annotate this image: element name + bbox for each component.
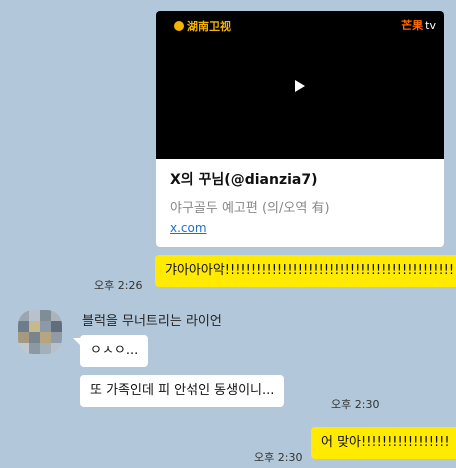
message-timestamp: 오후 2:26 (94, 279, 143, 292)
video-thumbnail[interactable]: 湖南卫视 芒果 tv (156, 11, 444, 159)
mango-tv-brand: 芒果 (401, 19, 424, 32)
my-message-bubble[interactable]: 어 맞아!!!!!!!!!!!!!!!!! (311, 427, 456, 459)
link-preview-card[interactable]: 湖南卫视 芒果 tv X의 꾸님(@dianzia7) 야구골두 예고편 (의/… (156, 11, 444, 247)
channel-logo-icon (174, 21, 184, 31)
channel-logo: 湖南卫视 (174, 18, 231, 34)
mango-tv-logo: 芒果 tv (401, 17, 436, 33)
bubble-tail (443, 430, 450, 437)
message-timestamp: 오후 2:30 (254, 451, 303, 464)
play-icon[interactable] (295, 80, 305, 92)
sender-name: 블럭을 무너트리는 라이언 (82, 314, 222, 329)
preview-subtitle: 야구골두 예고편 (의/오역 有) (170, 201, 330, 216)
their-message-bubble[interactable]: ㅇㅅㅇ... (80, 335, 149, 367)
preview-link[interactable]: x.com (170, 221, 207, 235)
mango-tv-suffix: tv (425, 18, 436, 32)
channel-logo-text: 湖南卫视 (187, 20, 231, 33)
message-timestamp: 오후 2:30 (331, 398, 380, 411)
preview-title: X의 꾸님(@dianzia7) (170, 172, 318, 188)
my-message-bubble[interactable]: 갸아아아악!!!!!!!!!!!!!!!!!!!!!!!!!!!!!!!!!!!… (155, 255, 456, 287)
bubble-tail (73, 338, 80, 345)
their-message-bubble[interactable]: 또 가족인데 피 안섞인 동생이니... (80, 375, 285, 407)
avatar[interactable] (18, 310, 62, 354)
